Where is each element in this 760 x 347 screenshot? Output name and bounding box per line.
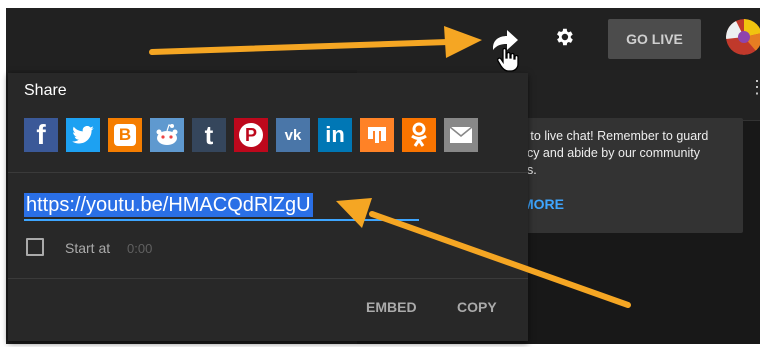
annotation-arrows bbox=[149, 26, 631, 308]
arrow-to-share-icon bbox=[149, 26, 482, 58]
arrow-to-url bbox=[336, 198, 631, 308]
